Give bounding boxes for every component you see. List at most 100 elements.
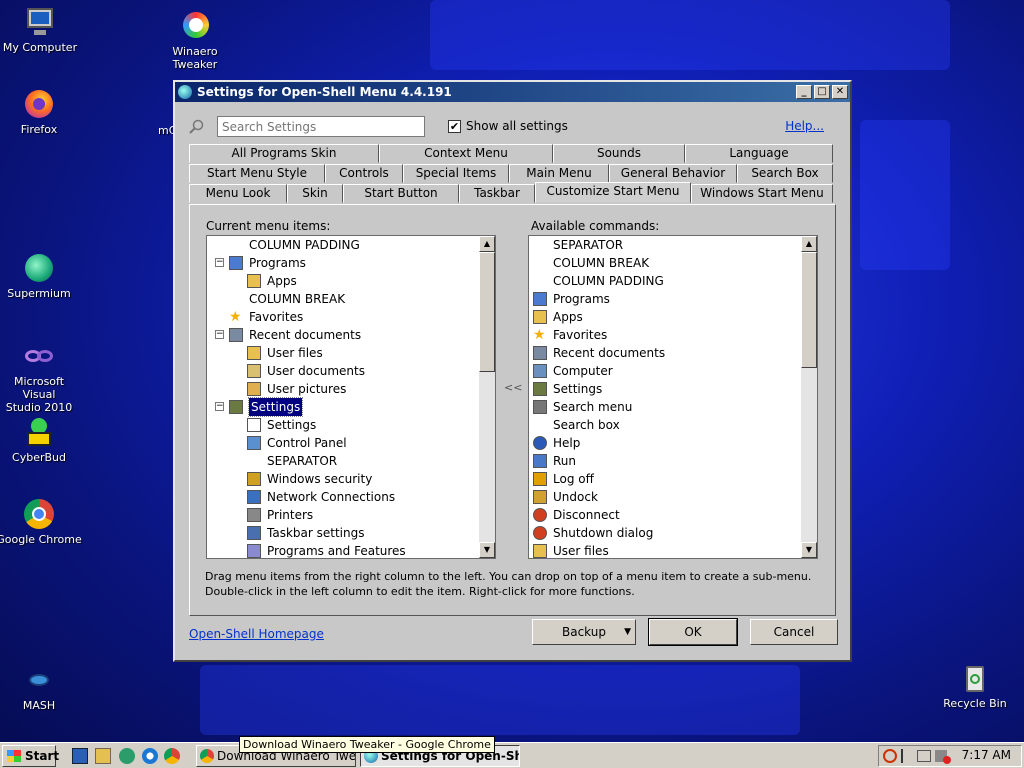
- minimize-button[interactable]: _: [796, 85, 812, 99]
- tree-item[interactable]: User documents: [207, 362, 495, 380]
- tab-start-menu-style[interactable]: Start Menu Style: [189, 164, 325, 183]
- list-item[interactable]: Shutdown dialog: [529, 524, 817, 542]
- tree-item[interactable]: Apps: [207, 272, 495, 290]
- item-label: Help: [553, 436, 581, 450]
- flag-icon[interactable]: [901, 749, 911, 763]
- desktop-icon-visual-studio[interactable]: Microsoft Visual Studio 2010: [0, 340, 82, 414]
- tree-item[interactable]: Printers: [207, 506, 495, 524]
- window-titlebar[interactable]: Settings for Open-Shell Menu 4.4.191 _ □…: [175, 82, 850, 102]
- list-item[interactable]: COLUMN PADDING: [529, 272, 817, 290]
- tree-item[interactable]: − Settings: [207, 397, 495, 417]
- collapse-toggle-icon[interactable]: −: [215, 330, 224, 339]
- list-item[interactable]: Settings: [529, 380, 817, 398]
- list-item[interactable]: Search box: [529, 416, 817, 434]
- scroll-down-arrow-icon[interactable]: ▼: [479, 542, 495, 558]
- tree-item[interactable]: User files: [207, 344, 495, 362]
- list-item[interactable]: Log off: [529, 470, 817, 488]
- show-all-settings-checkbox[interactable]: ✔: [448, 120, 461, 133]
- tree-item[interactable]: Control Panel: [207, 434, 495, 452]
- tree-item[interactable]: COLUMN PADDING: [207, 236, 495, 254]
- internet-explorer-icon[interactable]: [142, 748, 158, 764]
- list-item[interactable]: COLUMN BREAK: [529, 254, 817, 272]
- list-item[interactable]: SEPARATOR: [529, 236, 817, 254]
- list-item[interactable]: Run: [529, 452, 817, 470]
- tree-item[interactable]: Settings: [207, 416, 495, 434]
- tab-windows-start-menu[interactable]: Windows Start Menu: [691, 184, 833, 203]
- ok-button[interactable]: OK: [648, 618, 738, 646]
- desktop-icon-google-chrome[interactable]: Google Chrome: [0, 498, 82, 546]
- tab-sounds[interactable]: Sounds: [553, 144, 685, 163]
- tab-panel: Current menu items: Available commands: …: [189, 204, 836, 616]
- collapse-toggle-icon[interactable]: −: [215, 402, 224, 411]
- tab-context-menu[interactable]: Context Menu: [379, 144, 553, 163]
- tree-item[interactable]: SEPARATOR: [207, 452, 495, 470]
- list-item[interactable]: Search menu: [529, 398, 817, 416]
- desktop-icon-winaero-tweaker[interactable]: Winaero Tweaker: [152, 10, 238, 71]
- current-menu-items-tree[interactable]: COLUMN PADDING − Programs Apps COLUMN BREAK ★…: [206, 235, 496, 559]
- cancel-button[interactable]: Cancel: [750, 619, 838, 645]
- tree-item[interactable]: User pictures: [207, 380, 495, 398]
- tab-general-behavior[interactable]: General Behavior: [609, 164, 737, 183]
- tab-skin[interactable]: Skin: [287, 184, 343, 203]
- list-item[interactable]: Computer: [529, 362, 817, 380]
- available-list-scrollbar[interactable]: ▲ ▼: [801, 236, 817, 558]
- tab-language[interactable]: Language: [685, 144, 833, 163]
- list-item[interactable]: Recent documents: [529, 344, 817, 362]
- list-item[interactable]: Undock: [529, 488, 817, 506]
- desktop-icon-label: Google Chrome: [0, 533, 82, 546]
- desktop-icon-my-computer[interactable]: My Computer: [0, 6, 83, 54]
- tab-menu-look[interactable]: Menu Look: [189, 184, 287, 203]
- tree-item[interactable]: Programs and Features: [207, 542, 495, 558]
- desktop-icon-firefox[interactable]: Firefox: [0, 88, 82, 136]
- desktop-icon-mash[interactable]: MASH: [0, 664, 82, 712]
- tree-item[interactable]: Windows security: [207, 470, 495, 488]
- tree-item[interactable]: − Recent documents: [207, 326, 495, 344]
- current-list-scrollbar[interactable]: ▲ ▼: [479, 236, 495, 558]
- list-item[interactable]: Help: [529, 434, 817, 452]
- explorer-icon[interactable]: [95, 748, 111, 764]
- collapse-toggle-icon[interactable]: −: [215, 258, 224, 267]
- tab-main-menu[interactable]: Main Menu: [509, 164, 609, 183]
- available-commands-list[interactable]: SEPARATOR COLUMN BREAK COLUMN PADDING Progr…: [528, 235, 818, 559]
- search-input[interactable]: [217, 116, 425, 137]
- start-button[interactable]: Start: [2, 745, 59, 767]
- clock[interactable]: 7:17 AM: [962, 748, 1011, 762]
- maximize-button[interactable]: □: [814, 85, 830, 99]
- tab-special-items[interactable]: Special Items: [403, 164, 509, 183]
- desktop-icon-label: MASH: [22, 699, 56, 712]
- show-desktop-icon[interactable]: [72, 748, 88, 764]
- tab-taskbar[interactable]: Taskbar: [459, 184, 535, 203]
- tab-customize-start-menu[interactable]: Customize Start Menu: [535, 182, 691, 203]
- search-tray-icon[interactable]: [883, 749, 897, 763]
- help-link[interactable]: Help...: [785, 119, 824, 133]
- list-item[interactable]: User files: [529, 542, 817, 558]
- scroll-down-arrow-icon[interactable]: ▼: [801, 542, 817, 558]
- homepage-link[interactable]: Open-Shell Homepage: [189, 627, 324, 641]
- backup-button[interactable]: Backup ▼: [532, 619, 636, 645]
- tree-item[interactable]: Network Connections: [207, 488, 495, 506]
- scroll-up-arrow-icon[interactable]: ▲: [801, 236, 817, 252]
- chrome-quicklaunch-icon[interactable]: [164, 748, 180, 764]
- move-left-arrows[interactable]: <<: [504, 381, 522, 394]
- tree-item[interactable]: ★ Favorites: [207, 308, 495, 326]
- tab-all-programs-skin[interactable]: All Programs Skin: [189, 144, 379, 163]
- tree-item[interactable]: COLUMN BREAK: [207, 290, 495, 308]
- list-item[interactable]: Apps: [529, 308, 817, 326]
- network-icon[interactable]: [917, 750, 931, 762]
- tree-item[interactable]: − Programs: [207, 254, 495, 272]
- desktop-icon-recycle-bin[interactable]: Recycle Bin: [932, 662, 1018, 710]
- list-item[interactable]: Programs: [529, 290, 817, 308]
- tab-search-box[interactable]: Search Box: [737, 164, 833, 183]
- supermium-quicklaunch-icon[interactable]: [119, 748, 135, 764]
- tab-controls[interactable]: Controls: [325, 164, 403, 183]
- close-button[interactable]: ✕: [832, 85, 848, 99]
- tree-item[interactable]: Taskbar settings: [207, 524, 495, 542]
- scroll-thumb[interactable]: [479, 252, 495, 372]
- desktop-icon-cyberbud[interactable]: CyberBud: [0, 416, 82, 464]
- tab-start-button[interactable]: Start Button: [343, 184, 459, 203]
- list-item[interactable]: Disconnect: [529, 506, 817, 524]
- list-item[interactable]: ★ Favorites: [529, 326, 817, 344]
- scroll-up-arrow-icon[interactable]: ▲: [479, 236, 495, 252]
- scroll-thumb[interactable]: [801, 252, 817, 368]
- desktop-icon-supermium[interactable]: Supermium: [0, 252, 82, 300]
